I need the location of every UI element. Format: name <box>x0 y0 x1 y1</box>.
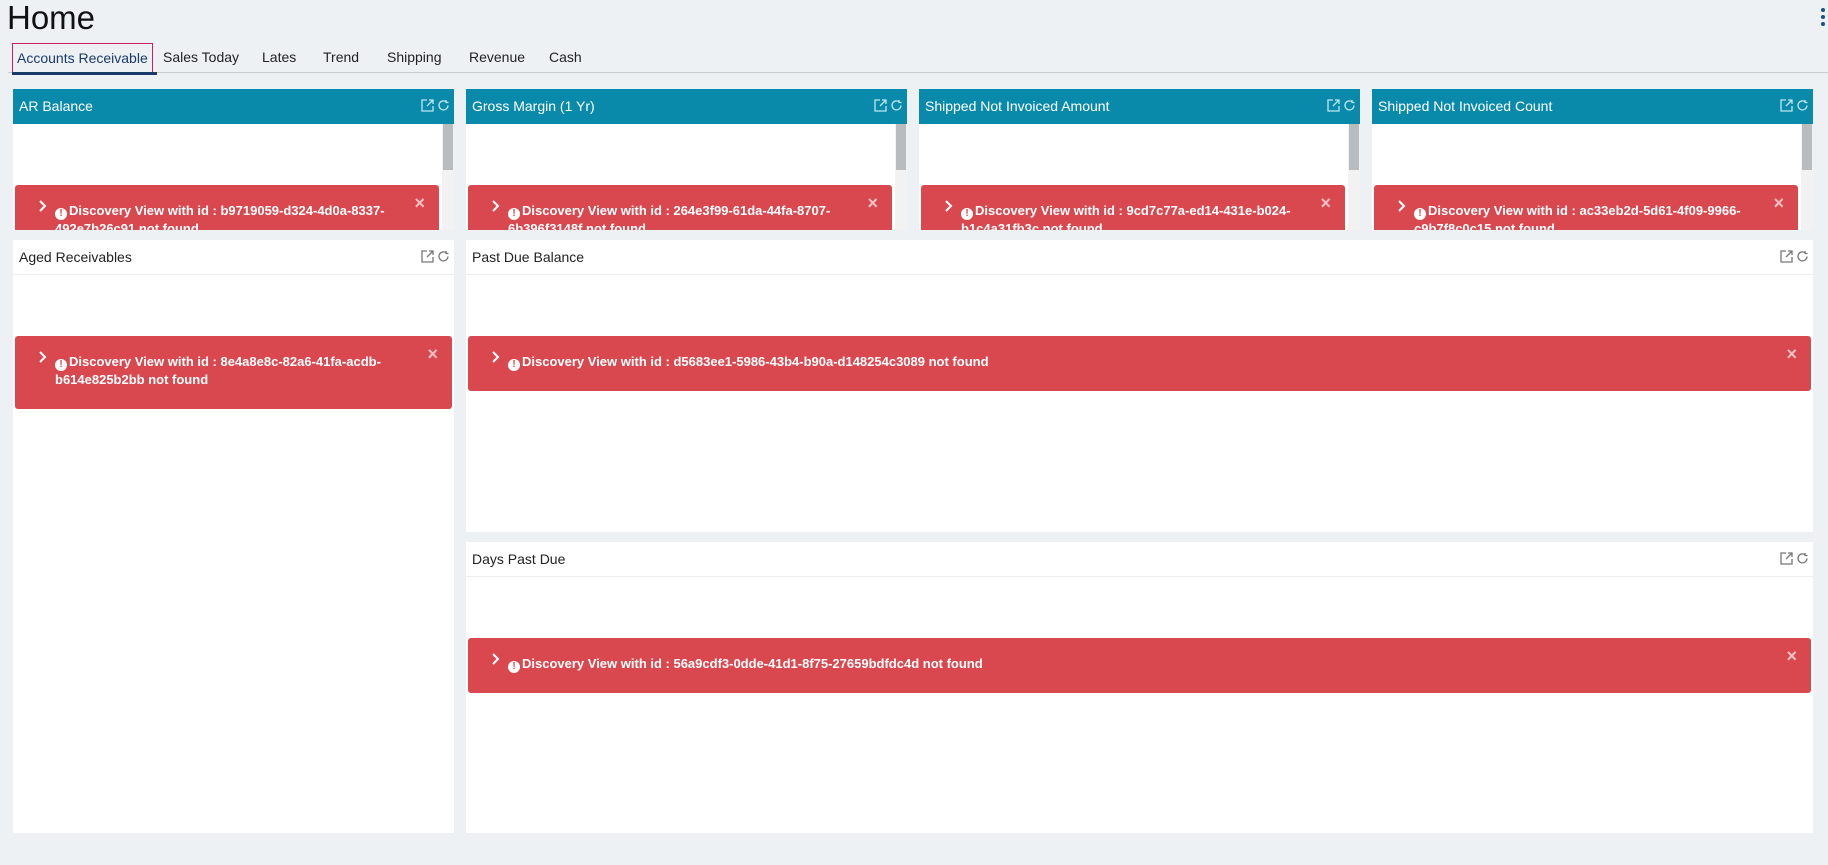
card-header: Aged Receivables <box>13 240 454 275</box>
warning-icon: ! <box>508 661 520 673</box>
error-alert: ! Discovery View with id : d5683ee1-5986-… <box>468 336 1811 391</box>
close-icon[interactable]: × <box>1786 647 1797 665</box>
card-header: Shipped Not Invoiced Count <box>1372 89 1813 124</box>
chevron-right-icon[interactable] <box>37 350 47 364</box>
card-header: Shipped Not Invoiced Amount <box>919 89 1360 124</box>
tab-cash[interactable]: Cash <box>549 43 582 72</box>
card-title: Days Past Due <box>472 551 566 567</box>
tab-sales-today[interactable]: Sales Today <box>163 43 239 72</box>
chevron-right-icon[interactable] <box>490 199 500 213</box>
tab-revenue[interactable]: Revenue <box>469 43 525 72</box>
error-message: Discovery View with id : b9719059-d324-4… <box>69 203 385 218</box>
external-link-icon[interactable] <box>421 241 434 263</box>
warning-icon: ! <box>55 359 67 371</box>
tab-shipping[interactable]: Shipping <box>387 43 442 72</box>
refresh-icon[interactable] <box>890 90 903 111</box>
error-alert: ! Discovery View with id : b9719059-d324-… <box>15 185 439 230</box>
days-past-due-card: Days Past Due ! Discovery View with id : … <box>466 542 1813 833</box>
card-title: Shipped Not Invoiced Amount <box>925 98 1110 114</box>
ar-balance-card: AR Balance ! Discovery View with id : b97… <box>13 89 454 230</box>
shipped-not-invoiced-count-card: Shipped Not Invoiced Count ! Discovery Vi… <box>1372 89 1813 230</box>
external-link-icon[interactable] <box>1780 90 1793 112</box>
error-alert: ! Discovery View with id : 9cd7c77a-ed14-… <box>921 185 1345 230</box>
card-title: AR Balance <box>19 98 93 114</box>
shipped-not-invoiced-amount-card: Shipped Not Invoiced Amount ! Discovery V… <box>919 89 1360 230</box>
chevron-right-icon[interactable] <box>490 350 500 364</box>
past-due-balance-card: Past Due Balance ! Discovery View with id… <box>466 240 1813 532</box>
card-title: Gross Margin (1 Yr) <box>472 98 595 114</box>
external-link-icon[interactable] <box>1780 241 1793 263</box>
close-icon[interactable]: × <box>1786 345 1797 363</box>
card-header: AR Balance <box>13 89 454 124</box>
error-message-cont: b614e825b2bb not found <box>55 372 209 387</box>
close-icon[interactable]: × <box>1773 194 1784 212</box>
external-link-icon[interactable] <box>1780 543 1793 565</box>
more-options-icon[interactable] <box>1820 8 1826 26</box>
external-link-icon[interactable] <box>1327 90 1340 112</box>
refresh-icon[interactable] <box>1796 90 1809 111</box>
close-icon[interactable]: × <box>867 194 878 212</box>
close-icon[interactable]: × <box>427 345 438 363</box>
warning-icon: ! <box>508 208 520 220</box>
warning-icon: ! <box>508 359 520 371</box>
chevron-right-icon[interactable] <box>1396 199 1406 213</box>
scrollbar[interactable] <box>1348 124 1360 230</box>
tab-trend[interactable]: Trend <box>323 43 359 72</box>
error-message-cont: 492e7b26c91 not found <box>55 221 199 230</box>
error-message: Discovery View with id : 9cd7c77a-ed14-4… <box>975 203 1291 218</box>
tab-accounts-receivable[interactable]: Accounts Receivable <box>12 43 157 75</box>
error-alert: ! Discovery View with id : 56a9cdf3-0dde-… <box>468 638 1811 693</box>
page-title: Home <box>7 0 96 36</box>
error-alert: ! Discovery View with id : 264e3f99-61da-… <box>468 185 892 230</box>
error-message: Discovery View with id : 264e3f99-61da-4… <box>522 203 831 218</box>
chevron-right-icon[interactable] <box>37 199 47 213</box>
error-message: Discovery View with id : ac33eb2d-5d61-4… <box>1428 203 1741 218</box>
card-title: Aged Receivables <box>19 249 132 265</box>
card-header: Days Past Due <box>466 542 1813 577</box>
scrollbar[interactable] <box>1801 124 1813 230</box>
scrollbar[interactable] <box>895 124 907 230</box>
error-message-cont: 6b396f3148f not found <box>508 221 646 230</box>
chevron-right-icon[interactable] <box>943 199 953 213</box>
warning-icon: ! <box>55 208 67 220</box>
error-message: Discovery View with id : 56a9cdf3-0dde-4… <box>522 656 983 671</box>
refresh-icon[interactable] <box>437 241 450 262</box>
gross-margin-card: Gross Margin (1 Yr) ! Discovery View with… <box>466 89 907 230</box>
close-icon[interactable]: × <box>414 194 425 212</box>
error-message: Discovery View with id : 8e4a8e8c-82a6-4… <box>69 354 381 369</box>
chevron-right-icon[interactable] <box>490 652 500 666</box>
error-message-cont: c9b7f8c0c15 not found <box>1414 221 1555 230</box>
error-alert: ! Discovery View with id : ac33eb2d-5d61-… <box>1374 185 1798 230</box>
close-icon[interactable]: × <box>1320 194 1331 212</box>
refresh-icon[interactable] <box>437 90 450 111</box>
refresh-icon[interactable] <box>1343 90 1356 111</box>
refresh-icon[interactable] <box>1796 241 1809 262</box>
refresh-icon[interactable] <box>1796 543 1809 564</box>
warning-icon: ! <box>961 208 973 220</box>
dashboard-tabs: Accounts Receivable Sales Today Lates Tr… <box>8 43 1828 75</box>
external-link-icon[interactable] <box>874 90 887 112</box>
aged-receivables-card: Aged Receivables ! Discovery View with id… <box>13 240 454 833</box>
card-title: Shipped Not Invoiced Count <box>1378 98 1553 114</box>
scrollbar[interactable] <box>442 124 454 230</box>
card-header: Past Due Balance <box>466 240 1813 275</box>
error-message-cont: b1c4a31fb3c not found <box>961 221 1103 230</box>
card-title: Past Due Balance <box>472 249 585 265</box>
external-link-icon[interactable] <box>421 90 434 112</box>
error-message: Discovery View with id : d5683ee1-5986-4… <box>522 354 989 369</box>
error-alert: ! Discovery View with id : 8e4a8e8c-82a6-… <box>15 336 452 409</box>
warning-icon: ! <box>1414 208 1426 220</box>
tab-lates[interactable]: Lates <box>262 43 296 72</box>
card-header: Gross Margin (1 Yr) <box>466 89 907 124</box>
